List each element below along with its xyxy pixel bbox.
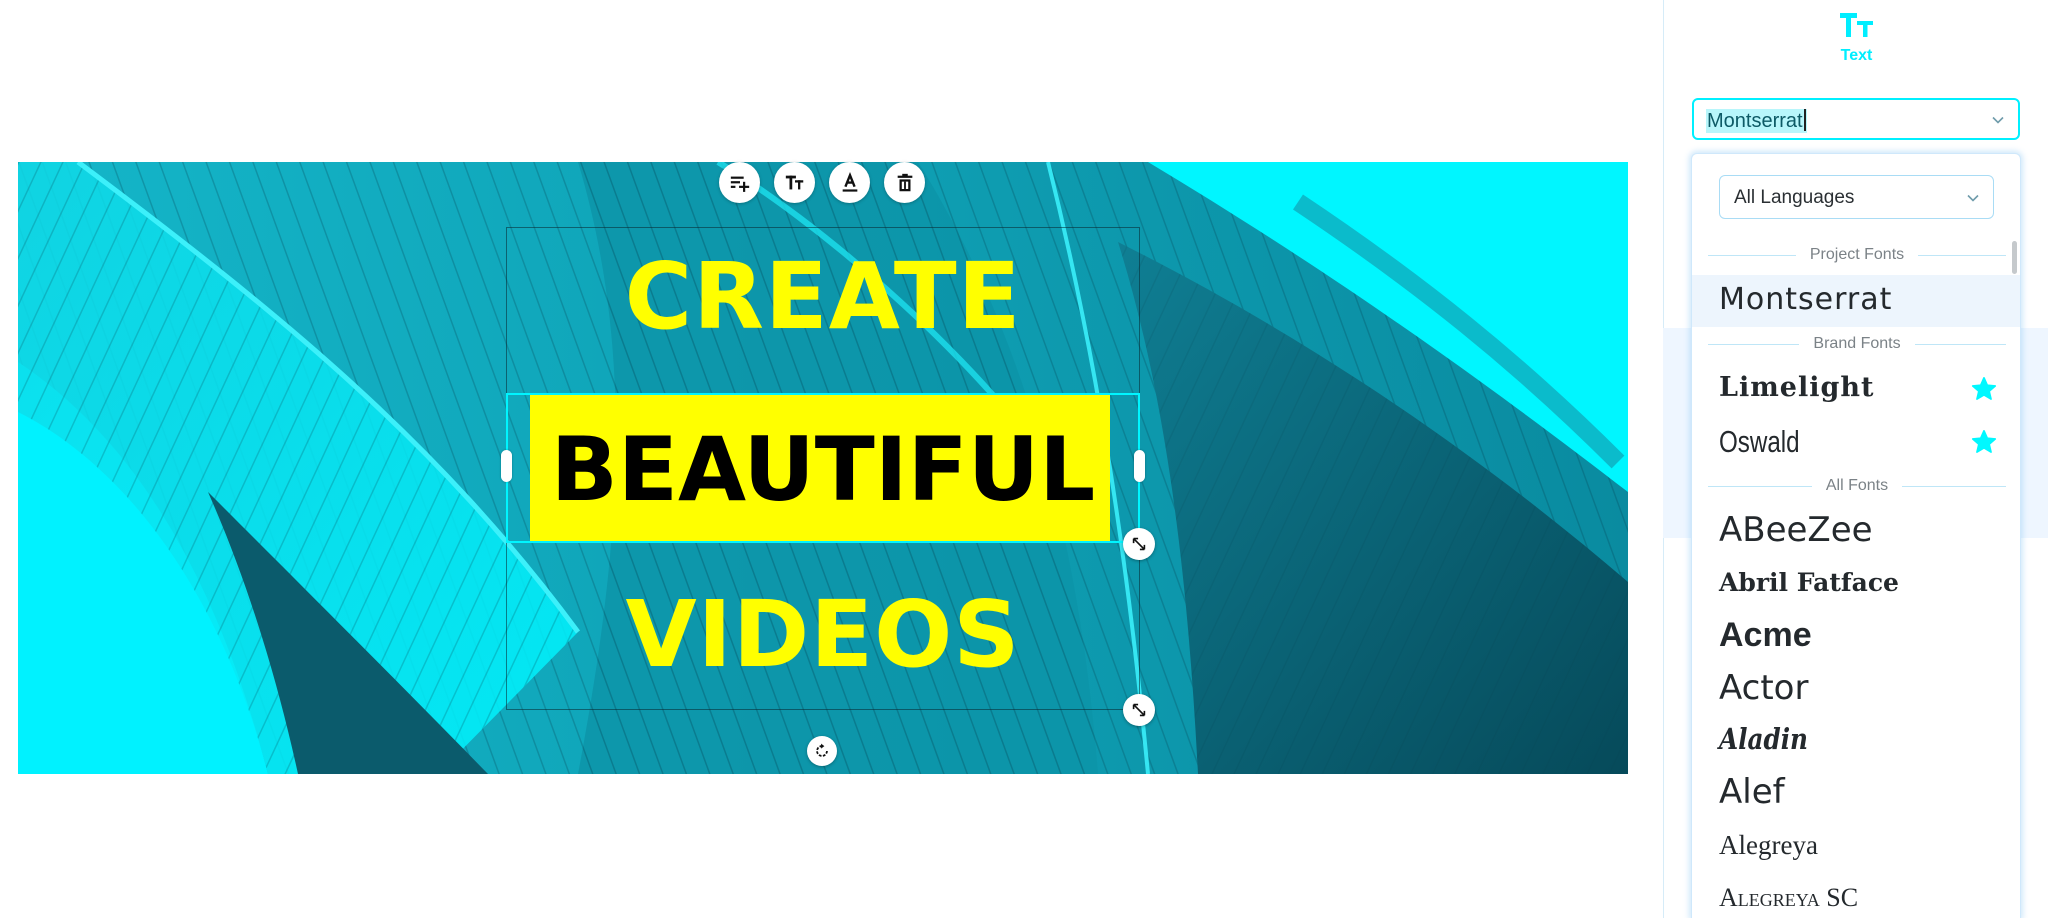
font-dropdown-list[interactable]: All Languages Project Fonts Montserrat B… xyxy=(1691,153,2021,918)
editor-stage: CREATE BEAUTIFUL VIDEOS xyxy=(0,0,1663,918)
element-toolbar xyxy=(719,162,925,203)
font-option-limelight[interactable]: Limelight xyxy=(1692,364,2020,414)
star-icon[interactable] xyxy=(1970,375,1998,403)
headline-line-create[interactable]: CREATE xyxy=(506,247,1140,347)
font-family-input[interactable]: Montserrat xyxy=(1692,98,2020,140)
font-option-oswald[interactable]: Oswald xyxy=(1692,416,2020,468)
scrollbar-thumb[interactable] xyxy=(2012,241,2017,274)
font-family-input-value[interactable]: Montserrat xyxy=(1706,109,1807,133)
headline-line-videos[interactable]: VIDEOS xyxy=(506,585,1140,685)
text-caret xyxy=(1803,109,1806,131)
text-size-icon xyxy=(1840,13,1873,37)
star-icon[interactable] xyxy=(1970,428,1998,456)
text-add-icon xyxy=(730,176,749,192)
rotate-handle[interactable] xyxy=(807,736,837,766)
delete-button[interactable] xyxy=(884,162,925,203)
chevron-down-icon[interactable] xyxy=(1990,112,2006,128)
panel-header: Text xyxy=(1664,0,2048,80)
resize-handle-right[interactable] xyxy=(1134,450,1145,482)
trash-icon xyxy=(897,173,912,191)
diagonal-resize-icon xyxy=(1132,703,1146,717)
selected-text-box[interactable] xyxy=(506,393,1140,543)
add-text-button[interactable] xyxy=(719,162,760,203)
font-option-alegreya-sc[interactable]: Alegreya SC xyxy=(1692,872,2020,918)
text-size-icon xyxy=(785,175,803,189)
chevron-down-icon xyxy=(1967,194,1979,202)
font-option-alef[interactable]: Alef xyxy=(1692,766,2020,820)
font-option-actor[interactable]: Actor xyxy=(1692,662,2020,714)
font-option-alegreya[interactable]: Alegreya xyxy=(1692,820,2020,870)
diagonal-resize-icon xyxy=(1132,537,1146,551)
text-color-button[interactable] xyxy=(829,162,870,203)
section-header-all-fonts: All Fonts xyxy=(1708,476,2006,496)
resize-handle-group-corner[interactable] xyxy=(1123,694,1155,726)
panel-title: Text xyxy=(1840,47,1873,64)
language-select[interactable]: All Languages xyxy=(1719,175,1994,219)
resize-handle-selected-corner[interactable] xyxy=(1123,528,1155,560)
resize-handle-left[interactable] xyxy=(501,450,512,482)
text-color-icon xyxy=(842,171,857,192)
font-option-acme[interactable]: Acme xyxy=(1692,610,2020,662)
font-option-aladin[interactable]: Aladin xyxy=(1692,714,2020,766)
rotate-icon xyxy=(816,743,828,757)
section-header-project-fonts: Project Fonts xyxy=(1708,245,2007,265)
text-style-button[interactable] xyxy=(774,162,815,203)
font-option-montserrat[interactable]: Montserrat xyxy=(1692,275,2020,327)
section-header-brand-fonts: Brand Fonts xyxy=(1708,334,2006,354)
language-select-value: All Languages xyxy=(1734,187,1855,208)
font-option-abril-fatface[interactable]: Abril Fatface xyxy=(1692,558,2020,608)
font-option-abeezee[interactable]: ABeeZee xyxy=(1692,504,2020,556)
